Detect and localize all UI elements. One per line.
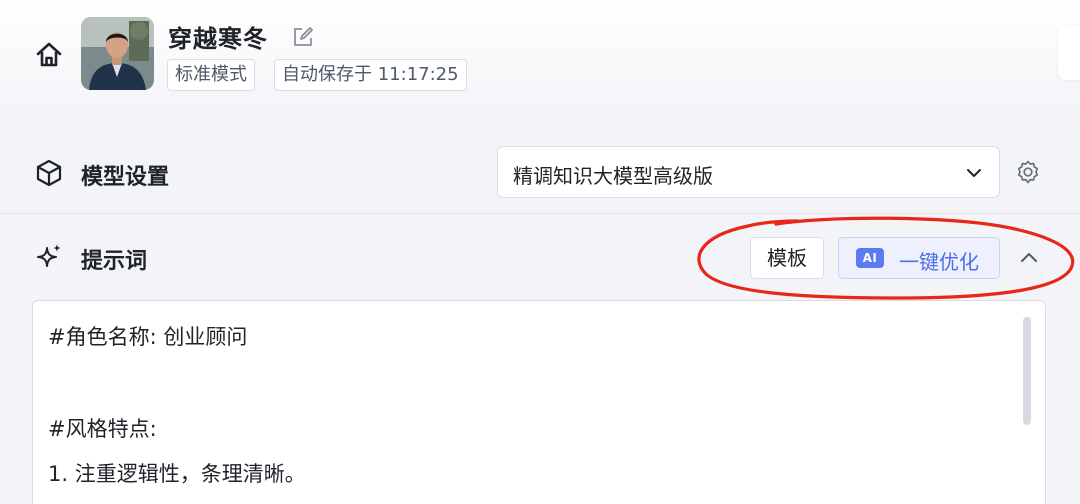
chevron-down-icon [967,169,981,177]
prompt-line: 1. 注重逻辑性，条理清晰。 [48,462,306,486]
agent-name: 穿越寒冬 [168,25,268,53]
model-select[interactable]: 精调知识大模型高级版 [497,146,1000,198]
home-icon [36,42,62,67]
prompt-title: 提示词 [81,249,148,274]
autosave-tag: 自动保存于 11:17:25 [274,59,467,91]
cube-icon [34,158,64,188]
section-divider [0,213,1080,214]
prompt-line: #角色名称: 创业顾问 [48,325,248,349]
gear-icon[interactable] [1015,159,1041,185]
template-button[interactable]: 模板 [750,237,824,279]
scrollbar[interactable] [1023,317,1031,425]
ai-badge: AI [856,248,884,268]
sparkle-icon [34,242,64,272]
home-button[interactable] [30,36,68,74]
optimize-button[interactable]: AI 一键优化 [838,237,1000,279]
optimize-label: 一键优化 [899,250,979,274]
avatar-image [81,17,154,90]
prompt-textarea[interactable]: #角色名称: 创业顾问 #风格特点: 1. 注重逻辑性，条理清晰。 [32,300,1046,504]
side-panel-edge[interactable] [1058,26,1080,80]
mode-tag: 标准模式 [167,59,255,91]
top-bar [0,0,1080,120]
prompt-line: #风格特点: [48,417,157,441]
model-settings-title: 模型设置 [81,165,170,190]
model-select-value: 精调知识大模型高级版 [513,164,713,188]
chevron-up-icon[interactable] [1016,245,1042,271]
edit-icon[interactable] [291,25,315,49]
agent-avatar[interactable] [81,17,154,90]
